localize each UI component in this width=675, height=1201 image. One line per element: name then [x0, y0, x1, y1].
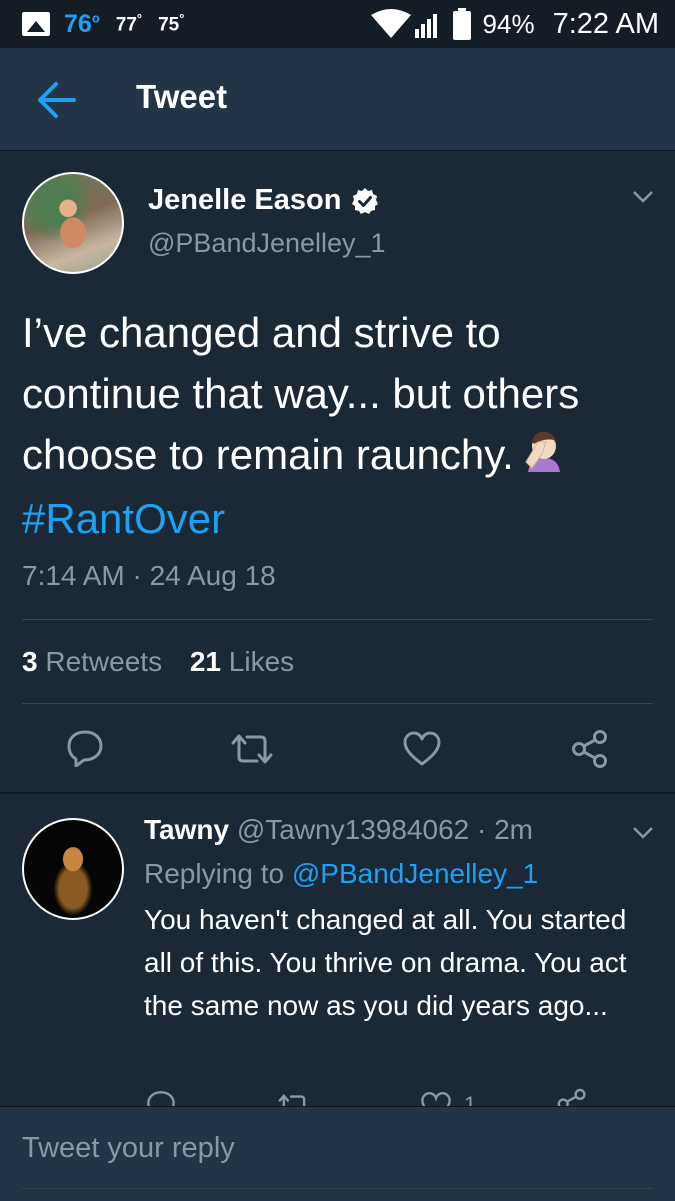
reply-text: You haven't changed at all. You started …: [144, 904, 627, 1021]
reply-author-avatar[interactable]: [22, 818, 124, 920]
divider: [22, 703, 653, 704]
reply-author-handle[interactable]: @Tawny13984062: [237, 814, 469, 845]
battery-icon: [452, 8, 471, 40]
verified-badge-icon: [352, 187, 379, 214]
reply-icon[interactable]: [66, 729, 104, 767]
weather-temp-current: 76o: [64, 9, 100, 38]
retweets-stat[interactable]: 3 Retweets: [22, 646, 162, 677]
replying-to-mention[interactable]: @PBandJenelley_1: [292, 858, 538, 889]
tweet-stats: 3 Retweets 21 Likes: [22, 646, 294, 678]
gallery-notification-icon: [22, 12, 50, 36]
replying-to-label: Replying to: [144, 858, 285, 889]
weather-temp-high: 77°: [115, 11, 143, 36]
chevron-down-icon[interactable]: [632, 190, 654, 204]
tweet-body: I’ve changed and strive to continue that…: [22, 309, 580, 478]
tweet-text: I’ve changed and strive to continue that…: [22, 302, 652, 549]
section-separator: [0, 792, 675, 794]
reply-header: Tawny @Tawny13984062 · 2m: [144, 814, 533, 846]
battery-percent: 94%: [482, 8, 535, 39]
page-title: Tweet: [136, 78, 228, 115]
reply-chevron-down-icon[interactable]: [632, 826, 654, 840]
hashtag-link[interactable]: #RantOver: [22, 495, 225, 542]
reply-time: · 2m: [477, 814, 533, 845]
divider: [22, 619, 653, 620]
reply-input-underline: [22, 1188, 653, 1189]
reply-input[interactable]: Tweet your reply: [22, 1132, 235, 1165]
status-time: 7:22 AM: [552, 7, 659, 40]
status-bar: 76o 77° 75° 94% 7:22 AM: [0, 0, 675, 48]
signal-icon: [414, 14, 437, 38]
weather-temp-low: 75°: [158, 11, 185, 36]
share-icon[interactable]: [570, 729, 610, 769]
tweet-timestamp: 7:14 AM · 24 Aug 18: [22, 560, 276, 591]
reply-author-name[interactable]: Tawny: [144, 814, 229, 845]
author-name-row[interactable]: Jenelle Eason: [148, 184, 379, 217]
author-name: Jenelle Eason: [148, 184, 342, 216]
wifi-icon: [370, 9, 411, 38]
app-header: Tweet: [0, 48, 675, 151]
replying-to-line: Replying to @PBandJenelley_1: [144, 858, 538, 890]
face-palm-emoji-icon: [520, 427, 568, 488]
author-avatar[interactable]: [22, 172, 124, 274]
retweet-icon[interactable]: [229, 733, 275, 765]
like-heart-icon[interactable]: [402, 731, 442, 767]
likes-stat[interactable]: 21 Likes: [190, 646, 294, 677]
back-arrow-icon[interactable]: [34, 80, 78, 120]
author-handle[interactable]: @PBandJenelley_1: [148, 228, 386, 259]
